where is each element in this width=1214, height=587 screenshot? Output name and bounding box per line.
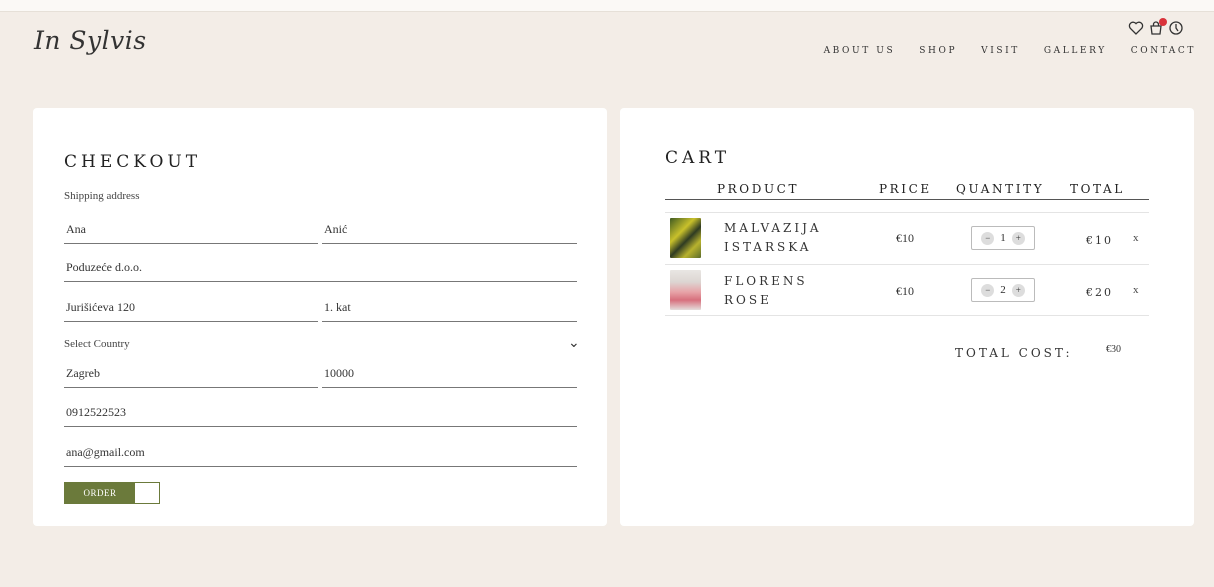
cart-panel: CART PRODUCT PRICE QUANTITY TOTAL MALVAZ…: [620, 108, 1194, 526]
row-divider: [665, 264, 1149, 265]
product-image-malvazija[interactable]: [670, 218, 701, 258]
decrement-button[interactable]: −: [981, 283, 995, 297]
brand-logo[interactable]: In Sylvis: [34, 26, 147, 55]
increment-button[interactable]: +: [1011, 283, 1025, 297]
cart-item-name-line1: FLORENS: [724, 274, 808, 288]
cart-item-name-line2: ROSE: [724, 293, 772, 307]
increment-button[interactable]: +: [1011, 231, 1025, 245]
cart-item-price: €10: [896, 284, 914, 298]
chevron-down-icon: ⌄: [568, 336, 580, 351]
checkout-title: CHECKOUT: [64, 152, 202, 172]
postal-code-field[interactable]: 10000: [322, 362, 577, 388]
order-button[interactable]: ORDER: [64, 482, 160, 504]
top-bar: [0, 0, 1214, 12]
cart-icon[interactable]: [1148, 18, 1167, 36]
column-quantity: QUANTITY: [956, 182, 1045, 196]
header-icons: [1128, 18, 1184, 36]
cart-item-name-line1: MALVAZIJA: [724, 221, 822, 235]
nav-contact[interactable]: CONTACT: [1131, 46, 1196, 56]
nav-about-us[interactable]: ABOUT US: [824, 46, 896, 56]
cart-item-total: €10: [1086, 234, 1113, 247]
column-price: PRICE: [879, 182, 932, 196]
country-select-value: Select Country: [64, 338, 130, 350]
cart-item-name[interactable]: MALVAZIJA ISTARSKA: [724, 219, 822, 257]
shipping-address-label: Shipping address: [64, 190, 140, 202]
quantity-value: 2: [1000, 284, 1006, 296]
column-product: PRODUCT: [717, 182, 800, 196]
total-cost-label: TOTAL COST:: [955, 346, 1073, 360]
remove-item-button[interactable]: x: [1133, 232, 1139, 244]
cart-item-total: €20: [1086, 286, 1113, 299]
apartment-field[interactable]: 1. kat: [322, 296, 577, 322]
account-icon[interactable]: [1168, 20, 1184, 36]
last-name-field[interactable]: Anić: [322, 218, 577, 244]
cart-title: CART: [665, 148, 731, 168]
column-total: TOTAL: [1070, 182, 1125, 196]
quantity-stepper: − 1 +: [971, 226, 1035, 250]
total-cost-value: €30: [1106, 344, 1121, 355]
row-divider: [665, 315, 1149, 316]
order-button-label: ORDER: [65, 483, 135, 503]
street-field[interactable]: Jurišićeva 120: [64, 296, 318, 322]
row-divider: [665, 212, 1149, 213]
first-name-field[interactable]: Ana: [64, 218, 318, 244]
quantity-stepper: − 2 +: [971, 278, 1035, 302]
decrement-button[interactable]: −: [981, 231, 995, 245]
heart-icon[interactable]: [1128, 20, 1144, 36]
nav-gallery[interactable]: GALLERY: [1044, 46, 1107, 56]
nav-visit[interactable]: VISIT: [981, 46, 1020, 56]
main-nav: ABOUT US SHOP VISIT GALLERY CONTACT: [824, 46, 1196, 56]
product-image-florens[interactable]: [670, 270, 701, 310]
cart-item-name-line2: ISTARSKA: [724, 240, 812, 254]
nav-shop[interactable]: SHOP: [919, 46, 957, 56]
header-divider: [665, 199, 1149, 200]
company-field[interactable]: Poduzeće d.o.o.: [64, 256, 577, 282]
cart-item-price: €10: [896, 231, 914, 245]
remove-item-button[interactable]: x: [1133, 284, 1139, 296]
cart-item-name[interactable]: FLORENS ROSE: [724, 272, 808, 310]
city-field[interactable]: Zagreb: [64, 362, 318, 388]
email-field[interactable]: ana@gmail.com: [64, 441, 577, 467]
country-select[interactable]: Select Country ⌄: [64, 336, 580, 351]
checkout-panel: CHECKOUT Shipping address Ana Anić Poduz…: [33, 108, 607, 526]
quantity-value: 1: [1000, 232, 1006, 244]
cart-badge: [1159, 18, 1167, 26]
phone-field[interactable]: 0912522523: [64, 401, 577, 427]
